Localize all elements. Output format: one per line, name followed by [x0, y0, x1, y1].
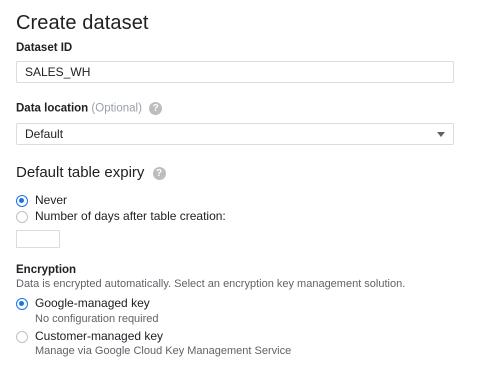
dataset-id-input[interactable]: SALES_WH	[16, 61, 454, 83]
data-location-label: Data location (Optional) ?	[16, 102, 163, 115]
expiry-never-label: Never	[35, 193, 68, 207]
encryption-heading: Encryption	[16, 264, 77, 276]
customer-managed-key-label: Customer-managed key	[35, 329, 164, 343]
expiry-heading: Default table expiry ?	[16, 164, 166, 181]
expiry-heading-text: Default table expiry	[16, 164, 145, 181]
google-managed-key-sub: No configuration required	[35, 313, 159, 325]
google-managed-key-label: Google-managed key	[35, 296, 150, 310]
encryption-description: Data is encrypted automatically. Select …	[16, 278, 406, 290]
dataset-id-label: Dataset ID	[16, 42, 72, 54]
page-title: Create dataset	[16, 12, 149, 34]
expiry-days-input[interactable]	[16, 230, 60, 248]
optional-tag: (Optional)	[91, 102, 142, 115]
customer-managed-key-sub: Manage via Google Cloud Key Management S…	[35, 345, 292, 357]
help-icon[interactable]: ?	[149, 102, 163, 115]
data-location-label-text: Data location	[16, 102, 89, 115]
dropdown-arrow-icon	[437, 132, 445, 137]
data-location-value: Default	[25, 127, 64, 141]
google-managed-key-radio[interactable]	[16, 298, 28, 310]
expiry-days-label: Number of days after table creation:	[35, 209, 226, 223]
dataset-id-value: SALES_WH	[25, 65, 91, 79]
customer-managed-key-radio[interactable]	[16, 331, 28, 343]
help-icon[interactable]: ?	[152, 166, 166, 180]
expiry-never-radio[interactable]	[16, 195, 28, 207]
dataset-id-label-text: Dataset ID	[16, 42, 73, 54]
expiry-days-radio[interactable]	[16, 211, 28, 223]
data-location-select[interactable]: Default	[16, 123, 454, 145]
